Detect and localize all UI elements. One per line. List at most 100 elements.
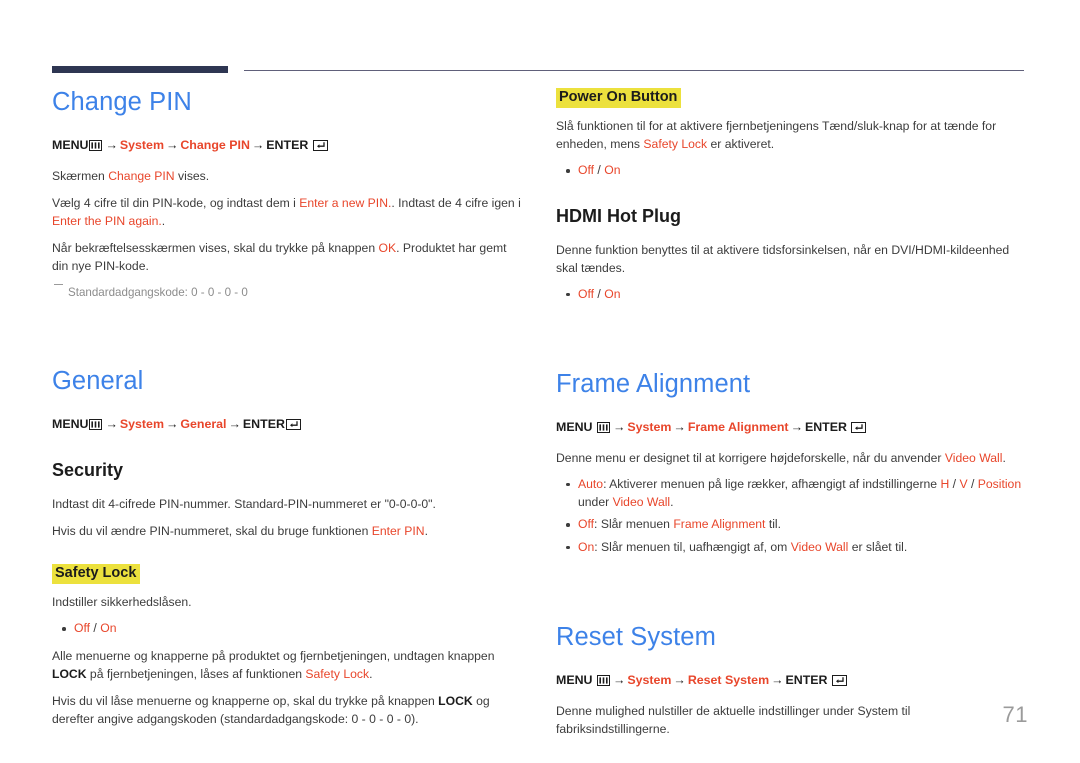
security-paragraph-1: Indtast dit 4-cifrede PIN-nummer. Standa… bbox=[52, 496, 436, 511]
enter-label: ENTER bbox=[804, 419, 847, 434]
menu-item-general: General bbox=[180, 417, 227, 432]
enter-label: ENTER bbox=[785, 672, 828, 687]
sec-p2-a: Hvis du vil ændre PIN-nummeret, skal du … bbox=[52, 523, 372, 538]
menu-item-reset-system: Reset System bbox=[687, 672, 770, 687]
fa-b3-c: Video Wall bbox=[790, 539, 849, 554]
section-title-frame-alignment: Frame Alignment bbox=[556, 369, 751, 398]
sl-p2-d: Safety Lock bbox=[305, 666, 370, 681]
menu-icon bbox=[89, 140, 103, 152]
fa-b1-c: H bbox=[940, 476, 950, 491]
section-title-change-pin: Change PIN bbox=[52, 88, 192, 116]
fa-b1-i: Video Wall bbox=[612, 494, 671, 509]
header-thin-rule bbox=[244, 70, 1024, 71]
sl-p2-a: Alle menuerne og knapperne på produktet … bbox=[52, 648, 495, 663]
safety-lock-heading-wrap: Safety Lock bbox=[52, 563, 524, 593]
fa-b1-f: / bbox=[967, 476, 978, 491]
subsection-title-safety-lock: Safety Lock bbox=[52, 563, 141, 585]
fa-b2-c: Frame Alignment bbox=[673, 517, 766, 532]
option-off: Off bbox=[74, 621, 91, 636]
menu-path-change-pin: MENU → System → Change PIN → ENTER bbox=[52, 137, 524, 155]
note-text: Standardadgangskode: 0 - 0 - 0 - 0 bbox=[68, 285, 248, 299]
sl-p2-e: . bbox=[369, 666, 373, 681]
menu-path-general: MENU → System → General → ENTER bbox=[52, 416, 524, 434]
enter-icon bbox=[312, 140, 328, 152]
change-pin-note: Standardadgangskode: 0 - 0 - 0 - 0 bbox=[52, 283, 524, 301]
fa-p1-c: . bbox=[1002, 450, 1006, 465]
cp-p1-b: Change PIN bbox=[108, 169, 175, 184]
menu-arrow-1: → bbox=[612, 419, 626, 434]
left-column: Change PIN MENU → System → Change PIN → ENTER … bbox=[52, 88, 524, 737]
power-on-button-options-list: Off / On bbox=[556, 162, 1026, 180]
cp-p1-a: Skærmen bbox=[52, 169, 109, 184]
sl-p2-b: LOCK bbox=[52, 666, 87, 681]
menu-arrow-1: → bbox=[105, 417, 118, 432]
menu-arrow-2: → bbox=[673, 419, 686, 434]
menu-item-system: System bbox=[627, 419, 672, 434]
cp-p2-b: Enter a new PIN. bbox=[299, 196, 392, 211]
fa-b2-b: : Slår menuen bbox=[594, 517, 674, 532]
fa-b2-a: Off bbox=[578, 517, 595, 532]
enter-icon bbox=[285, 419, 301, 431]
menu-item-frame-alignment: Frame Alignment bbox=[687, 419, 789, 434]
option-sep: / bbox=[594, 286, 605, 301]
list-item: Auto: Aktiverer menuen på lige rækker, a… bbox=[566, 476, 1026, 511]
cp-p2-c: . Indtast de 4 cifre igen i bbox=[391, 196, 521, 211]
option-on: On bbox=[604, 286, 621, 301]
page-number: 71 bbox=[1002, 702, 1028, 727]
cp-p3-b: OK bbox=[378, 241, 397, 256]
fa-b3-b: : Slår menuen til, uafhængigt af, om bbox=[594, 539, 791, 554]
fa-p1-b: Video Wall bbox=[944, 450, 1003, 465]
menu-item-change-pin: Change PIN bbox=[180, 138, 250, 153]
hdmi-hot-plug-paragraph-1: Denne funktion benyttes til at aktivere … bbox=[556, 242, 1010, 275]
menu-arrow-2: → bbox=[165, 138, 179, 153]
fa-b1-b: : Aktiverer menuen på lige rækker, afhæn… bbox=[603, 476, 941, 491]
menu-icon bbox=[89, 419, 103, 431]
menu-arrow-3: → bbox=[771, 672, 784, 687]
note-dash-icon bbox=[54, 283, 63, 286]
page-header-rules bbox=[52, 66, 1024, 76]
fa-b3-d: er slået til. bbox=[848, 539, 908, 554]
menu-label: MENU bbox=[52, 417, 89, 432]
fa-b1-e: V bbox=[959, 476, 968, 491]
hdmi-hot-plug-options-list: Off / On bbox=[556, 286, 1026, 304]
change-pin-paragraph-2: Vælg 4 cifre til din PIN-kode, og indtas… bbox=[52, 194, 524, 230]
subsection-title-power-on-button: Power On Button bbox=[556, 88, 682, 109]
sec-p2-c: . bbox=[424, 523, 428, 538]
power-on-button-paragraph-1: Slå funktionen til for at aktivere fjern… bbox=[556, 117, 1026, 153]
safety-lock-paragraph-3: Hvis du vil låse menuerne og knapperne o… bbox=[52, 692, 524, 728]
menu-path-frame-alignment: MENU → System → Frame Alignment → ENTER bbox=[556, 419, 1026, 437]
safety-lock-paragraph-1: Indstiller sikkerhedslåsen. bbox=[52, 595, 192, 610]
menu-arrow-3: → bbox=[790, 419, 803, 434]
menu-arrow-1: → bbox=[105, 138, 118, 153]
sl-p2-c: på fjernbetjeningen, låses af funktionen bbox=[86, 666, 306, 681]
fa-b3-a: On bbox=[578, 539, 595, 554]
frame-alignment-options-list: Auto: Aktiverer menuen på lige rækker, a… bbox=[556, 476, 1026, 557]
subsection-title-hdmi-hot-plug: HDMI Hot Plug bbox=[556, 206, 681, 227]
fa-b1-d: / bbox=[949, 476, 960, 491]
header-thick-rule bbox=[52, 66, 228, 73]
option-off: Off bbox=[578, 163, 595, 178]
menu-icon bbox=[596, 674, 610, 686]
manual-page: Change PIN MENU → System → Change PIN → ENTER … bbox=[0, 0, 1080, 763]
option-off: Off bbox=[578, 286, 595, 301]
menu-icon bbox=[596, 421, 610, 433]
safety-lock-options-list: Off / On bbox=[52, 620, 524, 638]
list-item: Off: Slår menuen Frame Alignment til. bbox=[566, 516, 1026, 534]
subsection-title-security: Security bbox=[52, 460, 124, 481]
menu-path-reset-system: MENU → System → Reset System → ENTER bbox=[556, 672, 1026, 690]
security-paragraph-2: Hvis du vil ændre PIN-nummeret, skal du … bbox=[52, 522, 524, 540]
menu-arrow-2: → bbox=[165, 417, 179, 432]
list-item: Off / On bbox=[566, 286, 1026, 304]
section-title-general: General bbox=[52, 366, 144, 395]
frame-alignment-paragraph-1: Denne menu er designet til at korrigere … bbox=[556, 449, 1026, 467]
cp-p2-d: Enter the PIN again. bbox=[52, 214, 162, 229]
menu-item-system: System bbox=[627, 672, 672, 687]
menu-item-system: System bbox=[119, 417, 164, 432]
section-title-reset-system: Reset System bbox=[556, 622, 716, 651]
enter-label: ENTER bbox=[242, 417, 285, 432]
sl-p3-a: Hvis du vil låse menuerne og knapperne o… bbox=[52, 693, 439, 708]
cp-p1-c: vises. bbox=[174, 169, 210, 184]
menu-label: MENU bbox=[556, 672, 593, 687]
sl-p3-b: LOCK bbox=[438, 693, 473, 708]
pob-p1-a: Slå funktionen til for at aktivere fjern… bbox=[556, 119, 997, 152]
